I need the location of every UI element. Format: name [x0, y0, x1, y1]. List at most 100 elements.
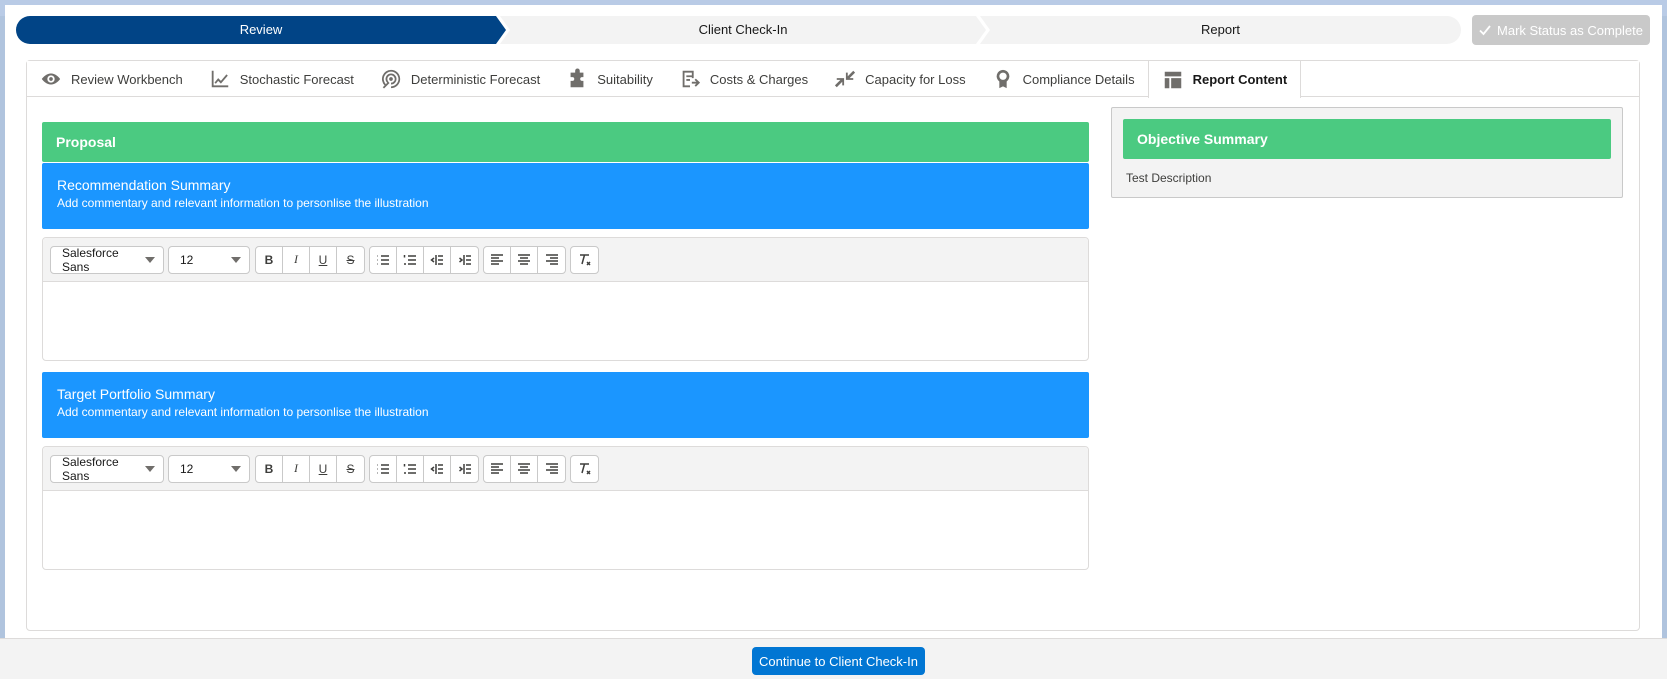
path-step-review[interactable]: Review	[16, 16, 506, 44]
align-right-button[interactable]	[538, 456, 565, 482]
tab-stochastic-forecast[interactable]: Stochastic Forecast	[196, 61, 367, 97]
footer-bar: Continue to Client Check-In	[0, 638, 1667, 679]
indent-button[interactable]	[451, 247, 478, 273]
align-left-button[interactable]	[484, 246, 511, 273]
path-step-client-check-in[interactable]: Client Check-In	[500, 16, 986, 44]
bold-button[interactable]: B	[256, 246, 283, 273]
indent-icon	[458, 463, 471, 474]
tab-review-workbench[interactable]: Review Workbench	[27, 61, 196, 97]
tab-label: Compliance Details	[1022, 71, 1135, 87]
align-left-button[interactable]	[484, 455, 511, 482]
font-size-value: 12	[180, 252, 194, 267]
check-icon	[1479, 25, 1491, 36]
target-icon	[381, 69, 401, 89]
italic-icon: I	[294, 252, 298, 266]
font-family-select[interactable]: Salesforce Sans	[50, 245, 164, 274]
tab-label: Suitability	[597, 71, 653, 87]
align-right-button[interactable]	[538, 247, 565, 273]
bold-icon: B	[264, 461, 274, 476]
objective-summary-header: Objective Summary	[1123, 119, 1611, 159]
tab-suitability[interactable]: Suitability	[553, 61, 666, 97]
strikethrough-button[interactable]: S	[337, 456, 364, 482]
rich-text-area[interactable]	[43, 282, 1088, 360]
bullet-list-icon	[377, 254, 389, 265]
clear-format-icon	[579, 253, 591, 266]
font-family-select[interactable]: Salesforce Sans	[50, 454, 164, 483]
tab-report-content[interactable]: Report Content	[1147, 61, 1302, 98]
align-center-button[interactable]	[511, 246, 538, 273]
bullet-list-icon	[377, 463, 389, 474]
target-portfolio-summary-editor: Salesforce Sans 12 B I U S	[42, 446, 1089, 570]
objective-summary-description: Test Description	[1126, 171, 1212, 185]
continue-to-client-check-in-button[interactable]: Continue to Client Check-In	[752, 647, 925, 675]
tab-label: Report Content	[1192, 72, 1288, 87]
number-list-icon	[403, 463, 416, 474]
indent-button[interactable]	[451, 456, 478, 482]
align-left-icon	[491, 253, 503, 265]
align-center-icon	[518, 253, 530, 265]
font-family-value: Salesforce Sans	[62, 454, 119, 483]
list-group	[369, 245, 479, 274]
clear-format-group	[570, 245, 599, 274]
bold-button[interactable]: B	[256, 455, 283, 482]
chevron-down-icon	[231, 256, 241, 263]
line-chart-icon	[211, 70, 229, 88]
list-group	[369, 454, 479, 483]
align-right-icon	[545, 462, 558, 474]
objective-summary-panel: Objective Summary Test Description	[1111, 107, 1623, 198]
format-text-group: B I U S	[255, 245, 365, 274]
bulleted-list-button[interactable]	[370, 455, 397, 482]
align-center-icon	[518, 462, 530, 474]
font-family-value: Salesforce Sans	[62, 245, 119, 274]
tab-label: Costs & Charges	[709, 71, 809, 87]
underline-button[interactable]: U	[310, 455, 337, 482]
chevron-down-icon	[231, 465, 241, 472]
tab-compliance-details[interactable]: Compliance Details	[979, 61, 1148, 97]
tab-label: Capacity for Loss	[865, 71, 966, 87]
tab-capacity-for-loss[interactable]: Capacity for Loss	[821, 61, 978, 97]
italic-icon: I	[294, 461, 298, 475]
bulleted-list-button[interactable]	[370, 246, 397, 273]
tab-deterministic-forecast[interactable]: Deterministic Forecast	[367, 61, 553, 97]
rich-text-area[interactable]	[43, 491, 1088, 569]
font-size-select[interactable]: 12	[168, 245, 250, 274]
strikethrough-icon: S	[346, 252, 355, 267]
outdent-button[interactable]	[424, 455, 451, 482]
layout-icon	[1164, 71, 1181, 88]
section-title: Target Portfolio Summary	[57, 386, 215, 402]
number-list-icon	[403, 254, 416, 265]
align-center-button[interactable]	[511, 455, 538, 482]
align-right-icon	[545, 253, 558, 265]
numbered-list-button[interactable]	[397, 455, 424, 482]
numbered-list-button[interactable]	[397, 246, 424, 273]
italic-button[interactable]: I	[283, 455, 310, 482]
tabset-card: Review Workbench Stochastic Forecast Det…	[26, 60, 1640, 631]
award-icon	[996, 69, 1009, 89]
underline-icon: U	[318, 252, 328, 267]
strikethrough-button[interactable]: S	[337, 247, 364, 273]
outdent-button[interactable]	[424, 246, 451, 273]
outdent-icon	[430, 463, 443, 474]
section-description: Add commentary and relevant information …	[57, 196, 429, 210]
mark-status-complete-label: Mark Status as Complete	[1497, 22, 1643, 38]
proposal-header: Proposal	[42, 122, 1089, 162]
recommendation-summary-header: Recommendation Summary Add commentary an…	[42, 163, 1089, 229]
status-path: Review Client Check-In Report	[16, 16, 1461, 44]
tab-label: Stochastic Forecast	[239, 71, 354, 87]
clear-formatting-button[interactable]	[571, 247, 598, 273]
path-step-report[interactable]: Report	[980, 16, 1461, 44]
font-size-value: 12	[180, 461, 194, 476]
font-size-select[interactable]: 12	[168, 454, 250, 483]
tab-label: Deterministic Forecast	[410, 71, 541, 87]
bold-icon: B	[264, 252, 274, 267]
mark-status-complete-button[interactable]: Mark Status as Complete	[1472, 15, 1650, 45]
align-group	[483, 245, 566, 274]
italic-button[interactable]: I	[283, 246, 310, 273]
outdent-icon	[430, 254, 443, 265]
tab-costs-charges[interactable]: Costs & Charges	[666, 61, 821, 97]
underline-button[interactable]: U	[310, 246, 337, 273]
tab-bar: Review Workbench Stochastic Forecast Det…	[27, 61, 1639, 98]
clear-formatting-button[interactable]	[571, 456, 598, 482]
tab-label: Review Workbench	[71, 71, 183, 87]
puzzle-icon	[570, 68, 584, 88]
